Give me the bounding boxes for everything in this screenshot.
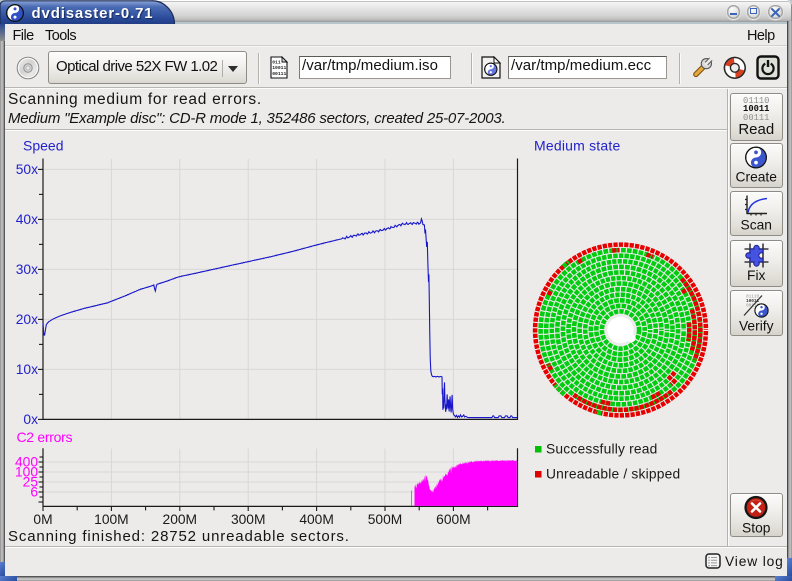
svg-text:300M: 300M xyxy=(231,512,266,527)
svg-text:Speed: Speed xyxy=(23,138,63,154)
svg-text:30x: 30x xyxy=(16,262,38,277)
svg-text:6: 6 xyxy=(30,484,38,499)
svg-text:200M: 200M xyxy=(163,512,198,527)
svg-text:10x: 10x xyxy=(16,362,38,377)
svg-text:C2 errors: C2 errors xyxy=(17,429,73,445)
svg-text:500M: 500M xyxy=(368,512,403,527)
svg-text:100M: 100M xyxy=(94,512,129,527)
svg-text:20x: 20x xyxy=(16,312,38,327)
svg-text:0x: 0x xyxy=(23,412,38,427)
svg-text:40x: 40x xyxy=(16,212,38,227)
svg-text:Unreadable / skipped: Unreadable / skipped xyxy=(546,467,680,482)
svg-text:400M: 400M xyxy=(299,512,334,527)
svg-text:0M: 0M xyxy=(33,512,52,527)
svg-text:50x: 50x xyxy=(16,162,38,177)
svg-text:Medium state: Medium state xyxy=(534,138,620,154)
svg-text:600M: 600M xyxy=(436,512,471,527)
svg-text:Successfully read: Successfully read xyxy=(546,442,658,457)
